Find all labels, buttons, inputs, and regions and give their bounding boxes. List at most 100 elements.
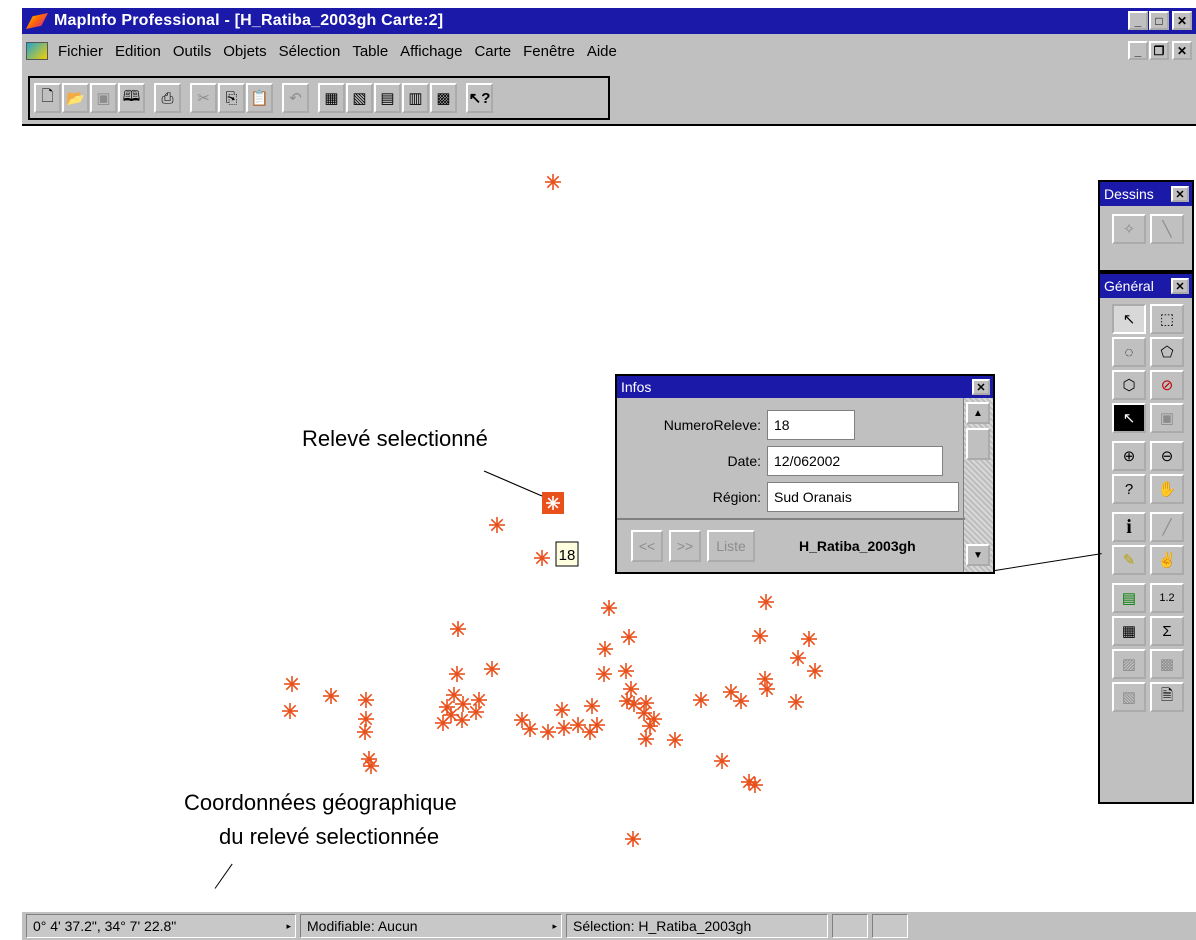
- ruler-icon[interactable]: ╱: [1150, 512, 1184, 542]
- map-point-symbol[interactable]: [584, 698, 600, 714]
- map-point-symbol[interactable]: [449, 666, 465, 682]
- menu-outils[interactable]: Outils: [167, 43, 217, 60]
- map-point-symbol[interactable]: [596, 666, 612, 682]
- graph-select-icon[interactable]: ↖: [1112, 403, 1146, 433]
- open-folder-icon[interactable]: 📂: [62, 83, 89, 113]
- map-point-symbol[interactable]: [807, 663, 823, 679]
- zoom-in-icon[interactable]: ⊕: [1112, 441, 1146, 471]
- dessins-close-button[interactable]: ✕: [1171, 186, 1189, 202]
- status-coordinates[interactable]: 0° 4' 37.2", 34° 7' 22.8" ▸: [26, 914, 296, 938]
- grabber-hand-icon[interactable]: ✋: [1150, 474, 1184, 504]
- help-pointer-icon[interactable]: ↖?: [466, 83, 493, 113]
- menu-edition[interactable]: Edition: [109, 43, 167, 60]
- boundary-select-icon[interactable]: ⬡: [1112, 370, 1146, 400]
- menu-aide[interactable]: Aide: [581, 43, 623, 60]
- list-button[interactable]: Liste: [707, 530, 755, 562]
- map-point-symbol[interactable]: [489, 517, 505, 533]
- infos-field-value[interactable]: 18: [767, 410, 855, 440]
- menu-carte[interactable]: Carte: [468, 43, 517, 60]
- map-point-symbol[interactable]: [801, 631, 817, 647]
- show-legend-icon[interactable]: 1.2: [1150, 583, 1184, 613]
- polygon-select-icon[interactable]: ⬠: [1150, 337, 1184, 367]
- infos-scrollbar[interactable]: ▲ ▼: [963, 398, 993, 572]
- map-point-symbol[interactable]: [284, 676, 300, 692]
- close-button[interactable]: ✕: [1172, 11, 1192, 30]
- map-point-symbol[interactable]: [468, 704, 484, 720]
- new-layout-icon[interactable]: ▥: [402, 83, 429, 113]
- dessins-palette-titlebar[interactable]: Dessins ✕: [1100, 182, 1192, 206]
- infos-field-value[interactable]: 12/062002: [767, 446, 943, 476]
- browser-statistics-icon[interactable]: ▦: [1112, 616, 1146, 646]
- paste-icon[interactable]: 📋: [246, 83, 273, 113]
- map-point-symbol[interactable]: [522, 721, 538, 737]
- menu-objets[interactable]: Objets: [217, 43, 272, 60]
- map-point-symbol[interactable]: [747, 777, 763, 793]
- status-dropdown-icon[interactable]: ▸: [552, 921, 557, 932]
- label-tool-icon[interactable]: ✎: [1112, 545, 1146, 575]
- sigma-statistics-icon[interactable]: Σ: [1150, 616, 1184, 646]
- map-point-symbol[interactable]: [619, 693, 635, 709]
- new-redistrict-icon[interactable]: ▩: [430, 83, 457, 113]
- scroll-down-icon[interactable]: ▼: [966, 544, 990, 566]
- maximize-button[interactable]: □: [1149, 11, 1169, 30]
- next-record-button[interactable]: >>: [669, 530, 701, 562]
- map-point-symbol[interactable]: [638, 695, 654, 711]
- map-point-symbol[interactable]: [589, 717, 605, 733]
- unselect-all-icon[interactable]: ⊘: [1150, 370, 1184, 400]
- menu-selection[interactable]: Sélection: [273, 43, 347, 60]
- map-point-symbol[interactable]: [618, 663, 634, 679]
- general-close-button[interactable]: ✕: [1171, 278, 1189, 294]
- menu-fichier[interactable]: Fichier: [52, 43, 109, 60]
- map-point-symbol[interactable]: [752, 628, 768, 644]
- general-palette-titlebar[interactable]: Général ✕: [1100, 274, 1192, 298]
- map-point-symbol[interactable]: [282, 703, 298, 719]
- map-point-symbol[interactable]: [733, 693, 749, 709]
- selected-point-symbol[interactable]: [546, 496, 560, 510]
- previous-record-button[interactable]: <<: [631, 530, 663, 562]
- new-browser-icon[interactable]: ▦: [318, 83, 345, 113]
- map-window[interactable]: 18 Relevé selectionné Coordonnées géogra…: [22, 126, 1196, 900]
- doc-close-button[interactable]: ✕: [1172, 41, 1192, 60]
- zoom-out-icon[interactable]: ⊖: [1150, 441, 1184, 471]
- map-point-symbol[interactable]: [357, 724, 373, 740]
- map-point-symbol[interactable]: [556, 720, 572, 736]
- map-point-symbol[interactable]: [714, 753, 730, 769]
- infos-close-button[interactable]: ✕: [972, 379, 990, 395]
- map-point-symbol[interactable]: [638, 731, 654, 747]
- invert-selection-icon[interactable]: ▣: [1150, 403, 1184, 433]
- map-point-symbol[interactable]: [534, 550, 550, 566]
- graph-tool-icon[interactable]: ▧: [1112, 682, 1146, 712]
- doc-minimize-button[interactable]: _: [1128, 41, 1148, 60]
- change-view-icon[interactable]: ?: [1112, 474, 1146, 504]
- doc-restore-button[interactable]: ❐: [1149, 41, 1169, 60]
- map-point-symbol[interactable]: [554, 702, 570, 718]
- new-document-icon[interactable]: 🗋: [34, 83, 61, 113]
- map-point-symbol[interactable]: [621, 629, 637, 645]
- map-point-symbol[interactable]: [358, 711, 374, 727]
- status-editable-layer[interactable]: Modifiable: Aucun ▸: [300, 914, 562, 938]
- marquee-select-icon[interactable]: ⬚: [1150, 304, 1184, 334]
- select-arrow-icon[interactable]: ↖: [1112, 304, 1146, 334]
- map-point-symbol[interactable]: [545, 174, 561, 190]
- map-point-symbol[interactable]: [443, 707, 459, 723]
- map-point-symbol[interactable]: [570, 717, 586, 733]
- map-point-symbol[interactable]: [759, 681, 775, 697]
- map-point-symbol[interactable]: [625, 831, 641, 847]
- hotlink-icon[interactable]: ▨: [1112, 649, 1146, 679]
- drag-window-icon[interactable]: ✌: [1150, 545, 1184, 575]
- map-point-symbol[interactable]: [323, 688, 339, 704]
- layer-control-icon[interactable]: ▤: [1112, 583, 1146, 613]
- cut-icon[interactable]: ✂: [190, 83, 217, 113]
- map-point-symbol[interactable]: [471, 692, 487, 708]
- copy-icon[interactable]: ⎘: [218, 83, 245, 113]
- menu-table[interactable]: Table: [346, 43, 394, 60]
- print-icon[interactable]: ⎙: [154, 83, 181, 113]
- map-point-symbol[interactable]: [484, 661, 500, 677]
- map-point-symbol[interactable]: [601, 600, 617, 616]
- status-dropdown-icon[interactable]: ▸: [286, 921, 291, 932]
- run-query-icon[interactable]: ▩: [1150, 649, 1184, 679]
- minimize-button[interactable]: _: [1128, 11, 1148, 30]
- map-point-symbol[interactable]: [790, 650, 806, 666]
- menu-fenetre[interactable]: Fenêtre: [517, 43, 581, 60]
- map-point-symbol[interactable]: [540, 724, 556, 740]
